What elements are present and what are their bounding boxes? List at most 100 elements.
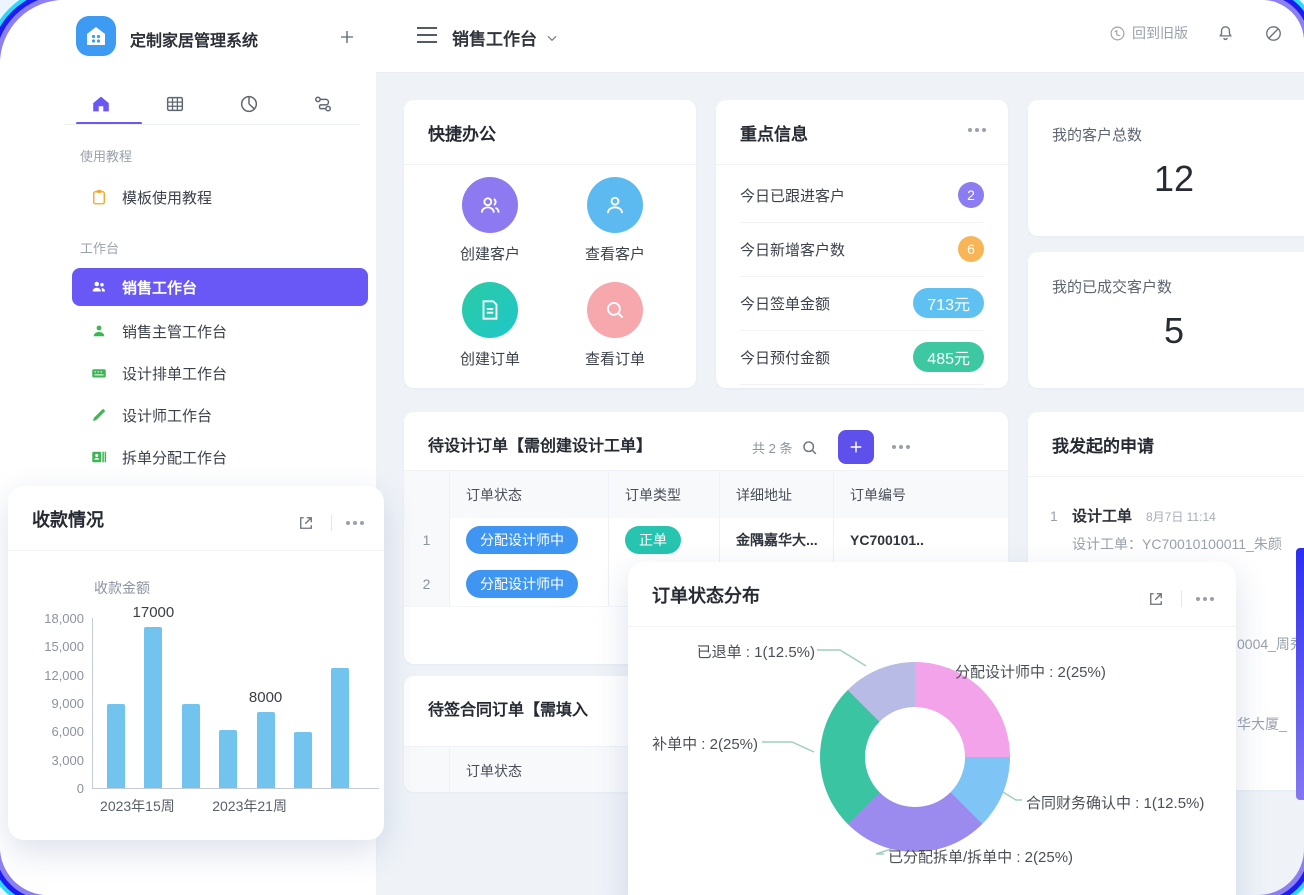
tab-apps[interactable]: [138, 84, 212, 124]
card-title: 待签合同订单【需填入: [428, 696, 588, 720]
status-pill: 分配设计师中: [466, 526, 578, 554]
sidebar-item-label: 设计师工作台: [122, 405, 212, 426]
donut-chart[interactable]: [820, 662, 1010, 852]
x-axis-tick: 2023年21周: [212, 796, 287, 816]
hamburger-icon: [416, 26, 438, 44]
tab-reports[interactable]: [212, 84, 286, 124]
sidebar-item-label: 模板使用教程: [122, 187, 212, 208]
x-axis-tick: 2023年15周: [100, 796, 175, 816]
bar-chart-plot: 1700080002023年15周2023年21周: [92, 618, 379, 789]
home-icon: [90, 93, 112, 115]
quick-action-view-customer[interactable]: 查看客户: [555, 177, 675, 264]
row-number: 2: [404, 562, 450, 606]
bar: [144, 627, 162, 788]
bell-icon: [1216, 24, 1235, 43]
record-count: 共 2 条: [752, 438, 792, 457]
quick-action-create-order[interactable]: 创建订单: [430, 282, 550, 369]
id-card-icon: [90, 448, 108, 466]
count-badge: 2: [958, 182, 984, 208]
amount-badge: 713元: [913, 288, 984, 318]
card-title: 订单状态分布: [652, 582, 760, 608]
search-button[interactable]: [798, 436, 820, 458]
app-title: 定制家居管理系统: [130, 27, 258, 51]
request-title: 设计工单: [1072, 505, 1132, 526]
keyboard-icon: [90, 364, 108, 382]
sidebar-item-design-scheduling-workbench[interactable]: 设计排单工作台: [72, 354, 368, 392]
order-status-distribution-card: 订单状态分布 已退单 : 1(12.5%) 分配设计师中 : 2(25%) 补单…: [628, 562, 1236, 895]
key-info-row: 今日预付金额 485元: [740, 330, 984, 385]
card-title: 待设计订单【需创建设计工单】: [428, 432, 652, 456]
grid-icon: [164, 93, 186, 115]
document-icon: [462, 282, 518, 338]
donut-label-assigning-designer: 分配设计师中 : 2(25%): [955, 661, 1106, 682]
stat-title: 我的客户总数: [1052, 124, 1142, 145]
search-icon: [800, 438, 819, 457]
key-info-label: 今日新增客户数: [740, 239, 845, 260]
order-no-cell: YC700101..: [834, 518, 1008, 562]
search-icon: [587, 282, 643, 338]
tab-home[interactable]: [64, 84, 138, 124]
back-to-old-version-button[interactable]: 回到旧版: [1109, 23, 1188, 43]
add-workspace-button[interactable]: [334, 24, 360, 50]
divider: [1028, 476, 1304, 477]
column-header: 详细地址: [720, 471, 834, 519]
add-record-button[interactable]: [838, 430, 874, 464]
donut-label-supplement: 补单中 : 2(25%): [636, 733, 758, 754]
card-actions: [295, 512, 364, 534]
stat-title: 我的已成交客户数: [1052, 276, 1172, 297]
order-status-cell: 分配设计师中: [450, 518, 609, 562]
y-axis-tick: 12,000: [44, 668, 84, 683]
sidebar-tabs: [64, 84, 360, 124]
notifications-button[interactable]: [1214, 22, 1236, 44]
key-info-label: 今日签单金额: [740, 293, 830, 314]
stat-value: 12: [1028, 158, 1304, 200]
quick-action-view-order[interactable]: 查看订单: [555, 282, 675, 369]
type-pill: 正单: [625, 526, 681, 554]
y-axis-tick: 18,000: [44, 611, 84, 626]
bar: [107, 704, 125, 788]
card-title: 快捷办公: [428, 120, 496, 145]
divider: [8, 550, 384, 551]
history-icon: [1109, 25, 1126, 42]
sidebar-item-split-assign-workbench[interactable]: 拆单分配工作台: [72, 438, 368, 476]
stat-value: 5: [1028, 310, 1304, 352]
topbar: 销售工作台 回到旧版: [376, 0, 1304, 73]
users-icon: [462, 177, 518, 233]
plus-icon: [338, 28, 356, 46]
sidebar-item-template-tutorial[interactable]: 模板使用教程: [72, 178, 368, 216]
divider: [331, 515, 332, 531]
row-number-header: [404, 747, 450, 792]
sidebar-item-designer-workbench[interactable]: 设计师工作台: [72, 396, 368, 434]
y-axis-tick: 6,000: [51, 724, 84, 739]
y-axis-tick: 15,000: [44, 639, 84, 654]
bar: [294, 732, 312, 788]
external-link-icon: [297, 514, 315, 532]
tab-workflow[interactable]: [286, 84, 360, 124]
more-options-icon[interactable]: [346, 521, 364, 525]
amount-badge: 485元: [913, 342, 984, 372]
clipboard-icon: [90, 188, 108, 206]
divider: [404, 164, 696, 165]
y-axis-tick: 0: [77, 781, 84, 796]
table-row[interactable]: 1 分配设计师中 正单 金隅嘉华大... YC700101..: [404, 518, 1008, 563]
expand-button[interactable]: [1145, 588, 1167, 610]
expand-button[interactable]: [295, 512, 317, 534]
more-options-icon[interactable]: [892, 445, 910, 449]
decorative-edge-bar: [1296, 548, 1304, 800]
more-options-icon[interactable]: [968, 128, 986, 132]
collapse-menu-button[interactable]: [416, 26, 438, 44]
sidebar-item-label: 销售工作台: [122, 277, 197, 298]
y-axis-tick: 3,000: [51, 753, 84, 768]
quick-action-create-customer[interactable]: 创建客户: [430, 177, 550, 264]
page-title: 销售工作台: [452, 25, 537, 50]
sidebar-item-sales-workbench[interactable]: 销售工作台: [72, 268, 368, 306]
sidebar-item-label: 销售主管工作台: [122, 321, 227, 342]
key-info-row: 今日签单金额 713元: [740, 276, 984, 331]
sidebar-item-sales-manager-workbench[interactable]: 销售主管工作台: [72, 312, 368, 350]
page-title-dropdown[interactable]: 销售工作台: [452, 25, 559, 50]
more-options-icon[interactable]: [1196, 597, 1214, 601]
donut-label-split-assigned: 已分配拆单/拆单中 : 2(25%): [888, 846, 1073, 867]
divider: [1181, 591, 1182, 607]
explore-button[interactable]: [1262, 22, 1284, 44]
bar: [219, 730, 237, 788]
